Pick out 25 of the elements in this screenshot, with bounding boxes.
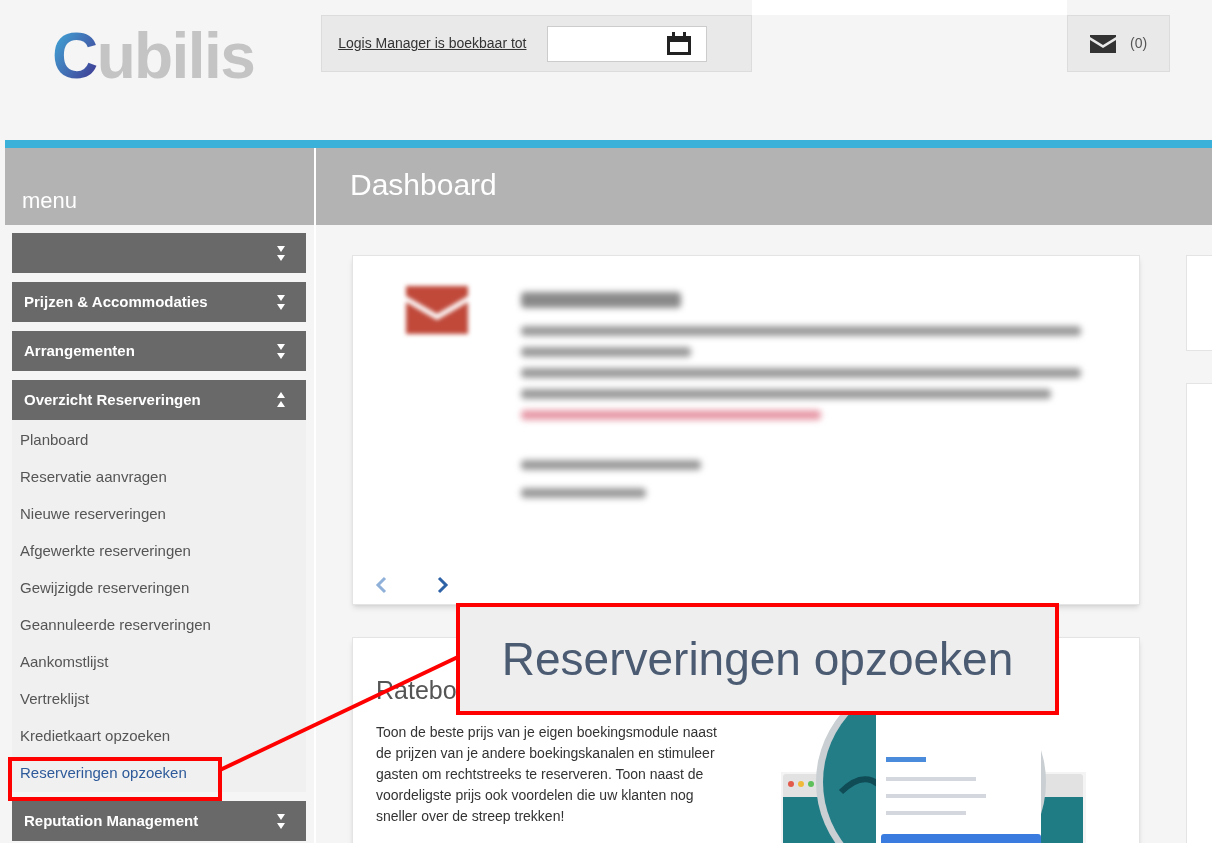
messages-button[interactable]: (0) bbox=[1067, 15, 1171, 72]
menu-item[interactable]: Vertreklijst bbox=[12, 681, 306, 718]
menu-item[interactable]: Reserveringen opzoeken bbox=[12, 755, 306, 792]
menu-item[interactable]: Afgewerkte reserveringen bbox=[12, 533, 306, 570]
menu-section-header[interactable]: Arrangementen bbox=[12, 331, 306, 371]
booking-link[interactable]: Logis Manager is boekbaar tot bbox=[338, 33, 527, 54]
menu-section-header[interactable]: Overzicht Reserveringen bbox=[12, 380, 306, 420]
next-button[interactable] bbox=[437, 576, 449, 594]
promo-text: Toon de beste prijs van je eigen boekingsmodule naast de prijzen van je andere boekingskanalen en stimuleer gasten om rechtstreeks te reserveren. Toon naast de voordeligste prijs ook voordelen die uw klanten nog sneller over de streep trekken! bbox=[376, 722, 718, 826]
message-count: (0) bbox=[1130, 34, 1148, 53]
calendar-icon[interactable] bbox=[665, 31, 692, 56]
menu-item[interactable]: Kredietkaart opzoeken bbox=[12, 718, 306, 755]
menu-item[interactable]: Aankomstlijst bbox=[12, 644, 306, 681]
menu-item[interactable]: Gewijzigde reserveringen bbox=[12, 570, 306, 607]
menu-item[interactable]: Reservatie aanvragen bbox=[12, 459, 306, 496]
envelope-icon bbox=[1090, 34, 1117, 53]
menu-item[interactable]: Planboard bbox=[12, 422, 306, 459]
date-field[interactable] bbox=[546, 25, 707, 62]
menu-item[interactable]: Geannuleerde reserveringen bbox=[12, 607, 306, 644]
menu-item[interactable]: Nieuwe reserveringen bbox=[12, 496, 306, 533]
callout-text: Reserveringen opzoeken bbox=[501, 631, 1014, 687]
page-title: Dashboard bbox=[350, 167, 497, 203]
menu-section-header[interactable]: Reputation Management bbox=[12, 801, 306, 841]
menu-section-header[interactable]: Prijzen & Accommodaties bbox=[12, 282, 306, 322]
menu-label: menu bbox=[22, 187, 78, 215]
